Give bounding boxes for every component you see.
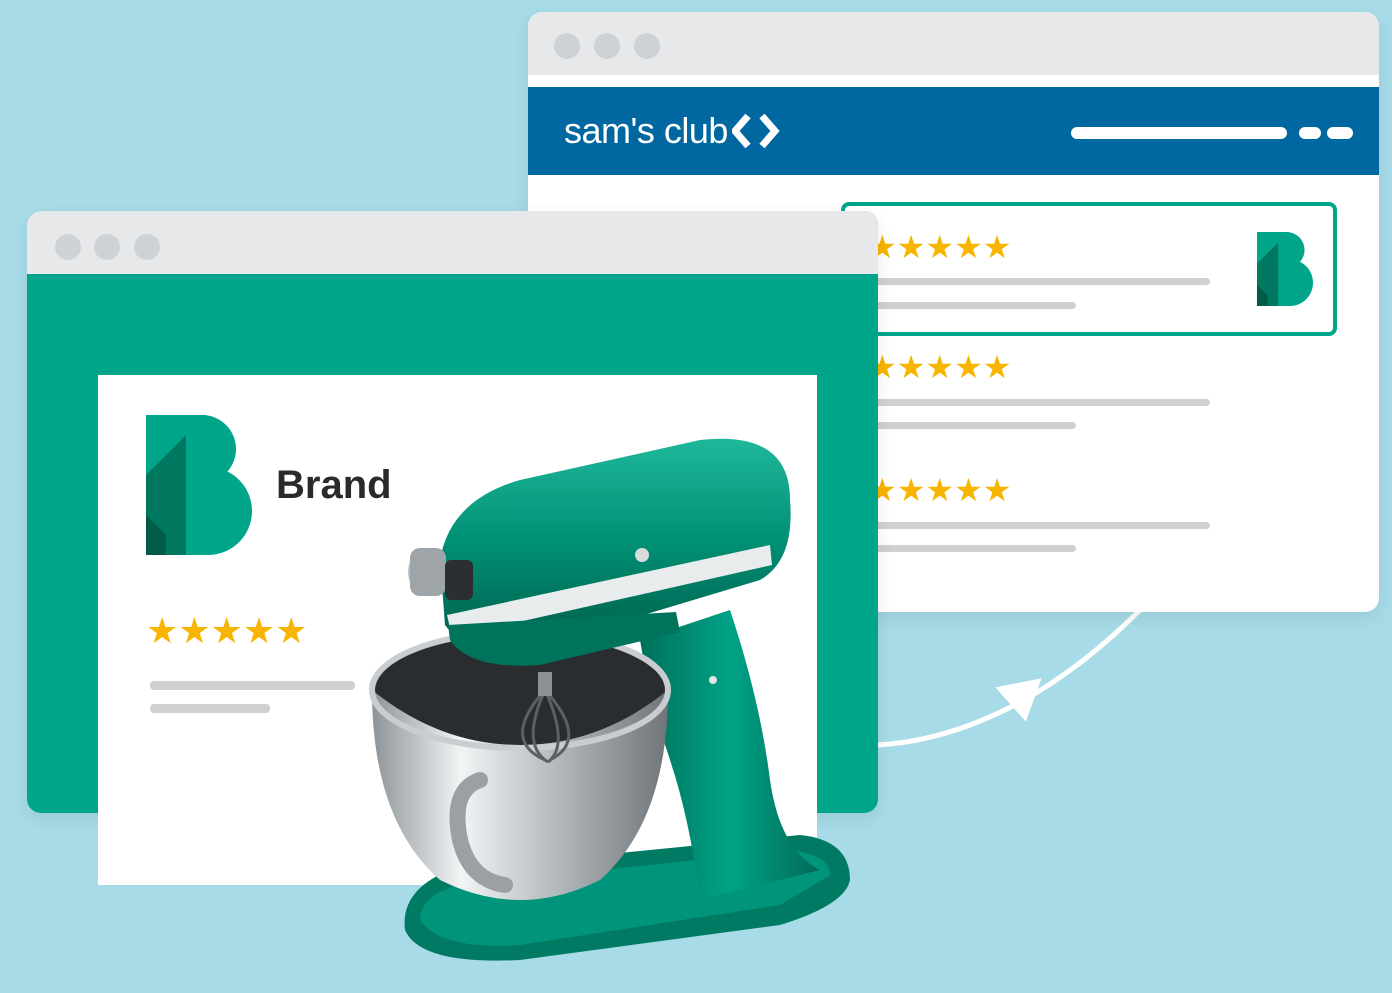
stand-mixer-image <box>369 438 850 961</box>
